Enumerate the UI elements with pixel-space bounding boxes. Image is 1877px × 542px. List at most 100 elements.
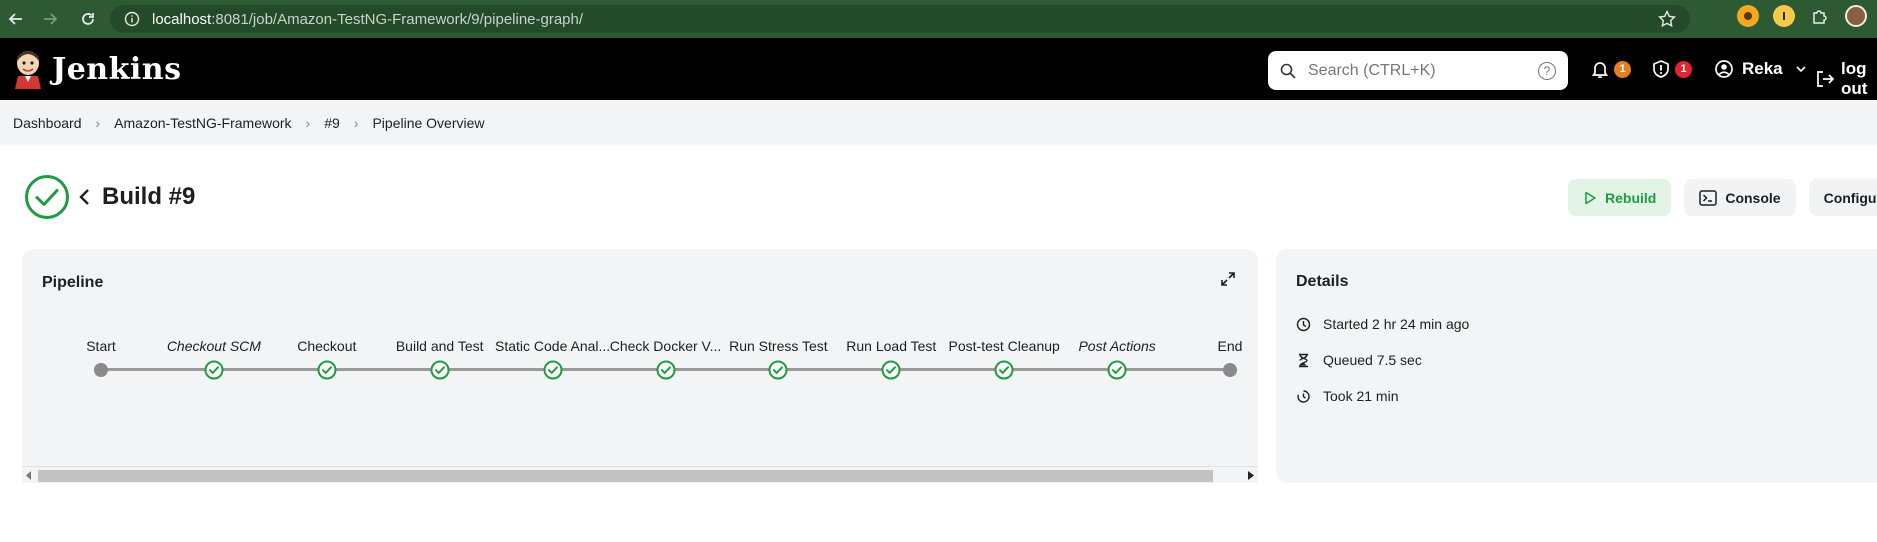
expand-icon[interactable]: [1220, 271, 1236, 287]
jenkins-logo[interactable]: Jenkins: [12, 49, 181, 89]
help-icon[interactable]: ?: [1538, 61, 1556, 80]
jenkins-header: Jenkins Search (CTRL+K) ? 1 1 Reka log o…: [0, 38, 1877, 100]
stage-success-node[interactable]: [430, 360, 450, 385]
address-bar[interactable]: localhost:8081/job/Amazon-TestNG-Framewo…: [110, 5, 1690, 33]
terminal-icon: [1699, 189, 1718, 206]
stage-success-node[interactable]: [543, 360, 563, 385]
page-title: Build #9: [102, 183, 196, 210]
stage-label[interactable]: Static Code Anal...: [495, 338, 610, 354]
stage-success-node[interactable]: [994, 360, 1014, 385]
notifications-button[interactable]: 1: [1590, 59, 1631, 79]
stage-label[interactable]: Run Stress Test: [729, 338, 828, 354]
check-circle-icon: [317, 360, 337, 380]
profile-avatar-icon[interactable]: [1845, 5, 1867, 27]
marker-dot-icon: [1223, 363, 1237, 377]
user-menu[interactable]: Reka: [1714, 59, 1807, 79]
pipeline-title: Pipeline: [42, 274, 104, 291]
bookmark-star-icon[interactable]: [1657, 9, 1677, 32]
check-circle-icon: [656, 360, 675, 380]
reload-icon[interactable]: [76, 7, 100, 31]
extension-icon-1[interactable]: [1737, 5, 1759, 27]
bell-icon: [1590, 59, 1610, 79]
stage-label[interactable]: Checkout: [297, 338, 356, 354]
url-path: :8081/job/Amazon-TestNG-Framework/9/pipe…: [211, 10, 584, 28]
rebuild-button[interactable]: Rebuild: [1568, 179, 1672, 216]
check-circle-icon: [994, 360, 1014, 380]
breadcrumb-chevron-icon: ›: [95, 114, 101, 131]
clock-icon: [1296, 317, 1311, 332]
details-title: Details: [1296, 273, 1349, 290]
stage-label[interactable]: Checkout SCM: [167, 338, 261, 354]
build-header: Build #9: [24, 174, 195, 220]
stage-success-node[interactable]: [656, 360, 676, 385]
rebuild-label: Rebuild: [1605, 189, 1657, 206]
site-info-icon[interactable]: [124, 11, 140, 27]
jenkins-butler-icon: [15, 51, 41, 89]
hourglass-icon: [1296, 353, 1311, 368]
started-text: Started 2 hr 24 min ago: [1323, 316, 1470, 332]
stage-label[interactable]: Post-test Cleanup: [949, 338, 1060, 354]
shield-warning-icon: [1651, 59, 1671, 79]
breadcrumb-chevron-icon: ›: [353, 114, 359, 131]
breadcrumb-chevron-icon: ›: [305, 114, 311, 131]
search-icon: [1280, 63, 1296, 79]
stage-success-node[interactable]: [317, 360, 337, 385]
back-chevron-icon[interactable]: [78, 187, 92, 207]
chevron-down-icon: [1795, 63, 1807, 75]
console-button[interactable]: Console: [1684, 179, 1796, 216]
queued-text: Queued 7.5 sec: [1323, 352, 1422, 368]
user-icon: [1714, 59, 1734, 79]
breadcrumb-build[interactable]: #9: [324, 115, 340, 131]
stage-success-node[interactable]: [1107, 360, 1127, 385]
check-circle-icon: [204, 360, 224, 380]
marker-dot-icon: [94, 363, 108, 377]
extension-icon-2[interactable]: [1773, 5, 1795, 27]
search-box[interactable]: Search (CTRL+K) ?: [1268, 51, 1568, 90]
stage-label[interactable]: Check Docker V...: [610, 338, 722, 354]
stage-label[interactable]: Post Actions: [1078, 338, 1155, 354]
stage-success-node[interactable]: [881, 360, 901, 385]
breadcrumb: Dashboard › Amazon-TestNG-Framework › #9…: [0, 100, 1877, 145]
forward-icon[interactable]: [38, 7, 62, 31]
breadcrumb-job[interactable]: Amazon-TestNG-Framework: [114, 115, 291, 131]
play-icon: [1583, 191, 1597, 205]
back-icon[interactable]: [4, 7, 28, 31]
configure-label: Configure: [1823, 189, 1877, 206]
search-input[interactable]: Search (CTRL+K): [1308, 62, 1538, 80]
stage-label[interactable]: Run Load Test: [846, 338, 936, 354]
security-badge: 1: [1675, 60, 1692, 78]
notifications-badge: 1: [1614, 60, 1631, 78]
logout-icon: [1815, 69, 1835, 89]
check-circle-icon: [430, 360, 450, 380]
console-label: Console: [1725, 189, 1781, 206]
scroll-left-arrow-icon[interactable]: [26, 471, 32, 480]
scroll-right-arrow-icon[interactable]: [1248, 471, 1254, 480]
stage-label[interactable]: Start: [86, 338, 116, 354]
stage-label[interactable]: End: [1218, 338, 1243, 354]
logout-button[interactable]: log out: [1815, 59, 1877, 99]
success-status-icon: [24, 174, 70, 220]
stage-label[interactable]: Build and Test: [396, 338, 484, 354]
extensions-puzzle-icon[interactable]: [1809, 5, 1831, 27]
user-name: Reka: [1742, 59, 1783, 78]
url-host: localhost: [152, 10, 212, 28]
scrollbar-thumb[interactable]: [38, 470, 1213, 482]
detail-queued: Queued 7.5 sec: [1296, 352, 1422, 368]
took-text: Took 21 min: [1323, 388, 1399, 404]
stage-marker-dot[interactable]: [94, 360, 108, 377]
breadcrumb-dashboard[interactable]: Dashboard: [13, 115, 82, 131]
check-circle-icon: [543, 360, 563, 380]
check-circle-icon: [1107, 360, 1127, 380]
breadcrumb-pipeline-overview[interactable]: Pipeline Overview: [372, 115, 484, 131]
horizontal-scrollbar[interactable]: [22, 466, 1258, 483]
detail-started: Started 2 hr 24 min ago: [1296, 316, 1469, 332]
browser-toolbar: localhost:8081/job/Amazon-TestNG-Framewo…: [0, 0, 1877, 38]
build-actions: Rebuild Console Configure: [1568, 179, 1877, 216]
stage-success-node[interactable]: [768, 360, 788, 385]
security-button[interactable]: 1: [1651, 59, 1692, 79]
configure-button[interactable]: Configure: [1808, 179, 1877, 216]
stage-marker-dot[interactable]: [1223, 360, 1237, 377]
stage-success-node[interactable]: [204, 360, 224, 385]
brand-title: Jenkins: [52, 51, 182, 87]
check-circle-icon: [881, 360, 901, 380]
